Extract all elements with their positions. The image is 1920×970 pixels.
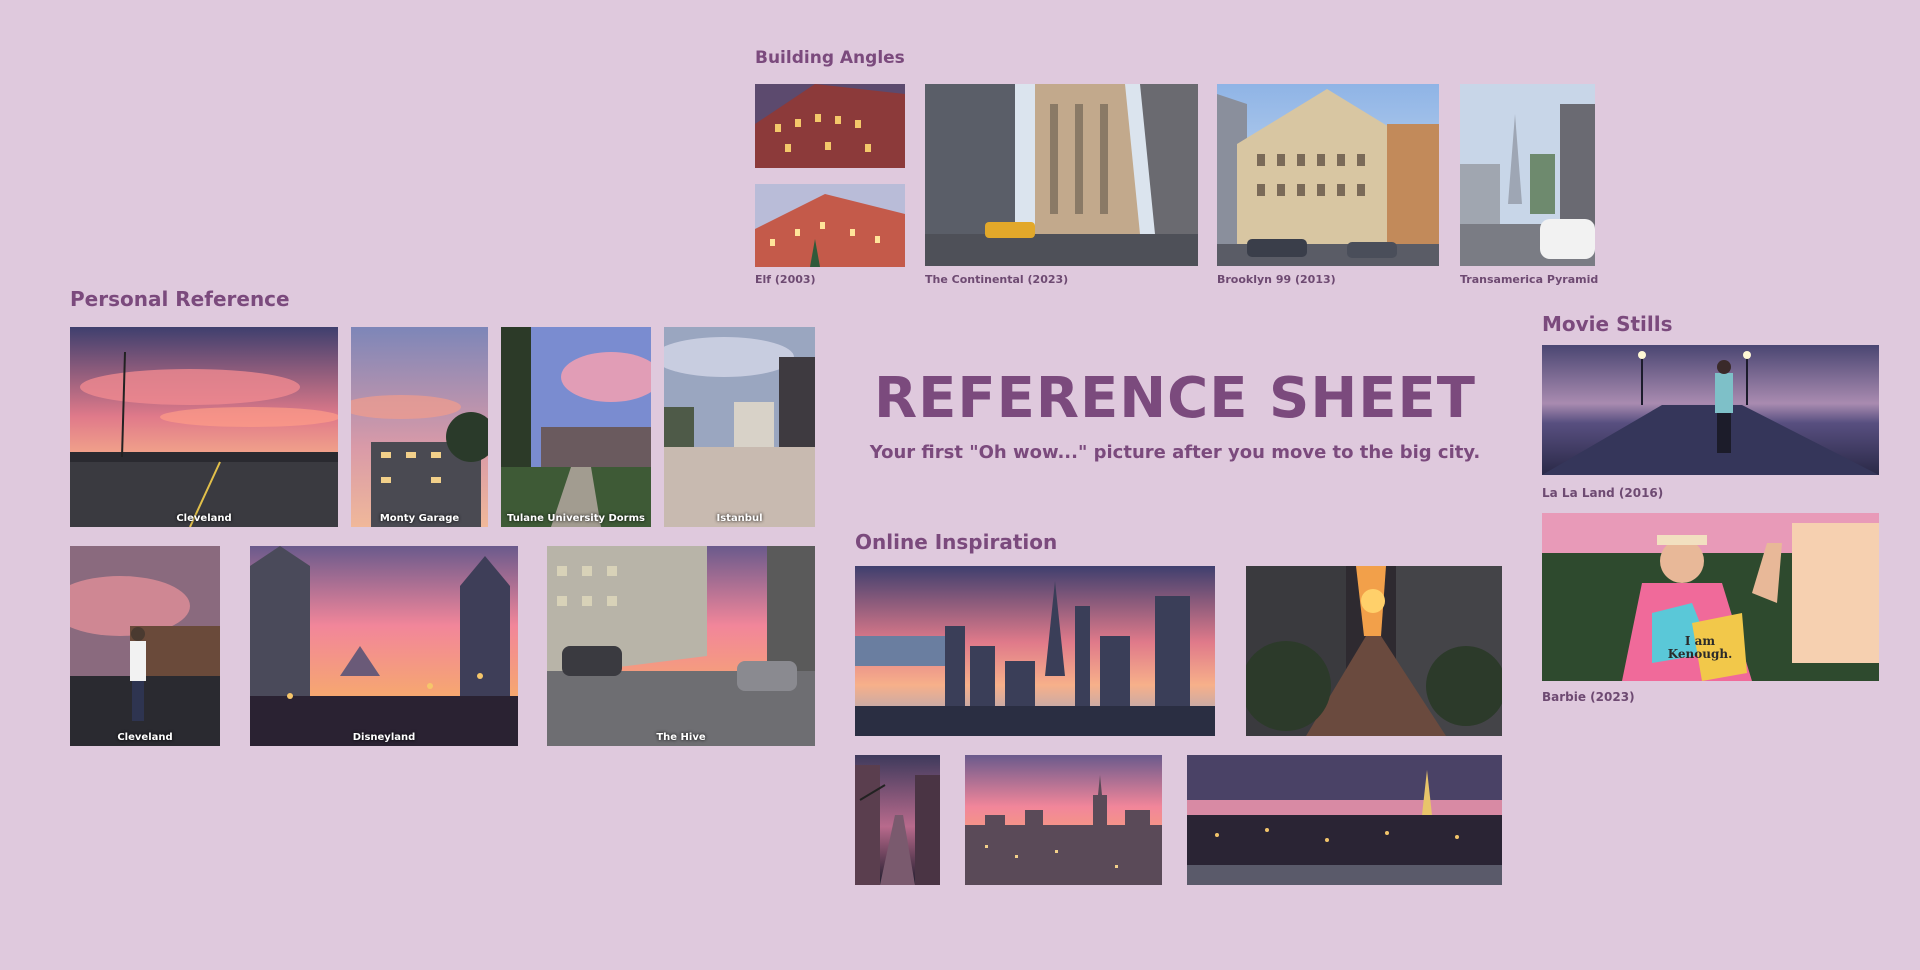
photo-transamerica — [1460, 84, 1595, 266]
photo-the-hive: The Hive — [547, 546, 815, 746]
barbie-hoodie-text: I am Kenough. — [1667, 634, 1733, 661]
photo-barbie: I am Kenough. — [1542, 513, 1879, 681]
caption-transamerica: Transamerica Pyramid — [1460, 273, 1599, 286]
online-inspiration-title: Online Inspiration — [855, 530, 1058, 554]
photo-label: Monty Garage — [379, 513, 460, 524]
photo-label: Istanbul — [716, 513, 763, 524]
photo-label: Cleveland — [176, 513, 232, 524]
photo-istanbul: Istanbul — [664, 327, 815, 527]
page-subtitle: Your first "Oh wow..." picture after you… — [869, 442, 1481, 463]
photo-elf-bottom — [755, 184, 905, 267]
building-angles-title: Building Angles — [755, 48, 905, 68]
photo-disneyland: Disneyland — [250, 546, 518, 746]
photo-sf-skyline — [855, 566, 1215, 736]
photo-label: Disneyland — [352, 732, 416, 743]
photo-la-la-land — [1542, 345, 1879, 475]
photo-monty-garage: Monty Garage — [351, 327, 488, 527]
caption-la-la-land: La La Land (2016) — [1542, 486, 1664, 500]
photo-label: Tulane University Dorms — [507, 513, 645, 524]
caption-elf: Elf (2003) — [755, 273, 816, 286]
caption-brooklyn99: Brooklyn 99 (2013) — [1217, 273, 1336, 286]
caption-barbie: Barbie (2023) — [1542, 690, 1635, 704]
photo-empire-state — [965, 755, 1162, 885]
photo-label: The Hive — [656, 732, 706, 743]
photo-label: Cleveland — [117, 732, 173, 743]
photo-manhattanhenge — [1246, 566, 1502, 736]
photo-elf-top — [755, 84, 905, 168]
photo-continental — [925, 84, 1198, 266]
photo-street-dusk — [855, 755, 940, 885]
photo-paris-night — [1187, 755, 1502, 885]
movie-stills-title: Movie Stills — [1542, 312, 1673, 336]
caption-continental: The Continental (2023) — [925, 273, 1069, 286]
personal-reference-title: Personal Reference — [70, 287, 290, 311]
photo-tulane-dorms: Tulane University Dorms — [501, 327, 651, 527]
page-title: REFERENCE SHEET — [874, 366, 1476, 431]
photo-cleveland-2: Cleveland — [70, 546, 220, 746]
photo-brooklyn99 — [1217, 84, 1439, 266]
photo-cleveland-1: Cleveland — [70, 327, 338, 527]
